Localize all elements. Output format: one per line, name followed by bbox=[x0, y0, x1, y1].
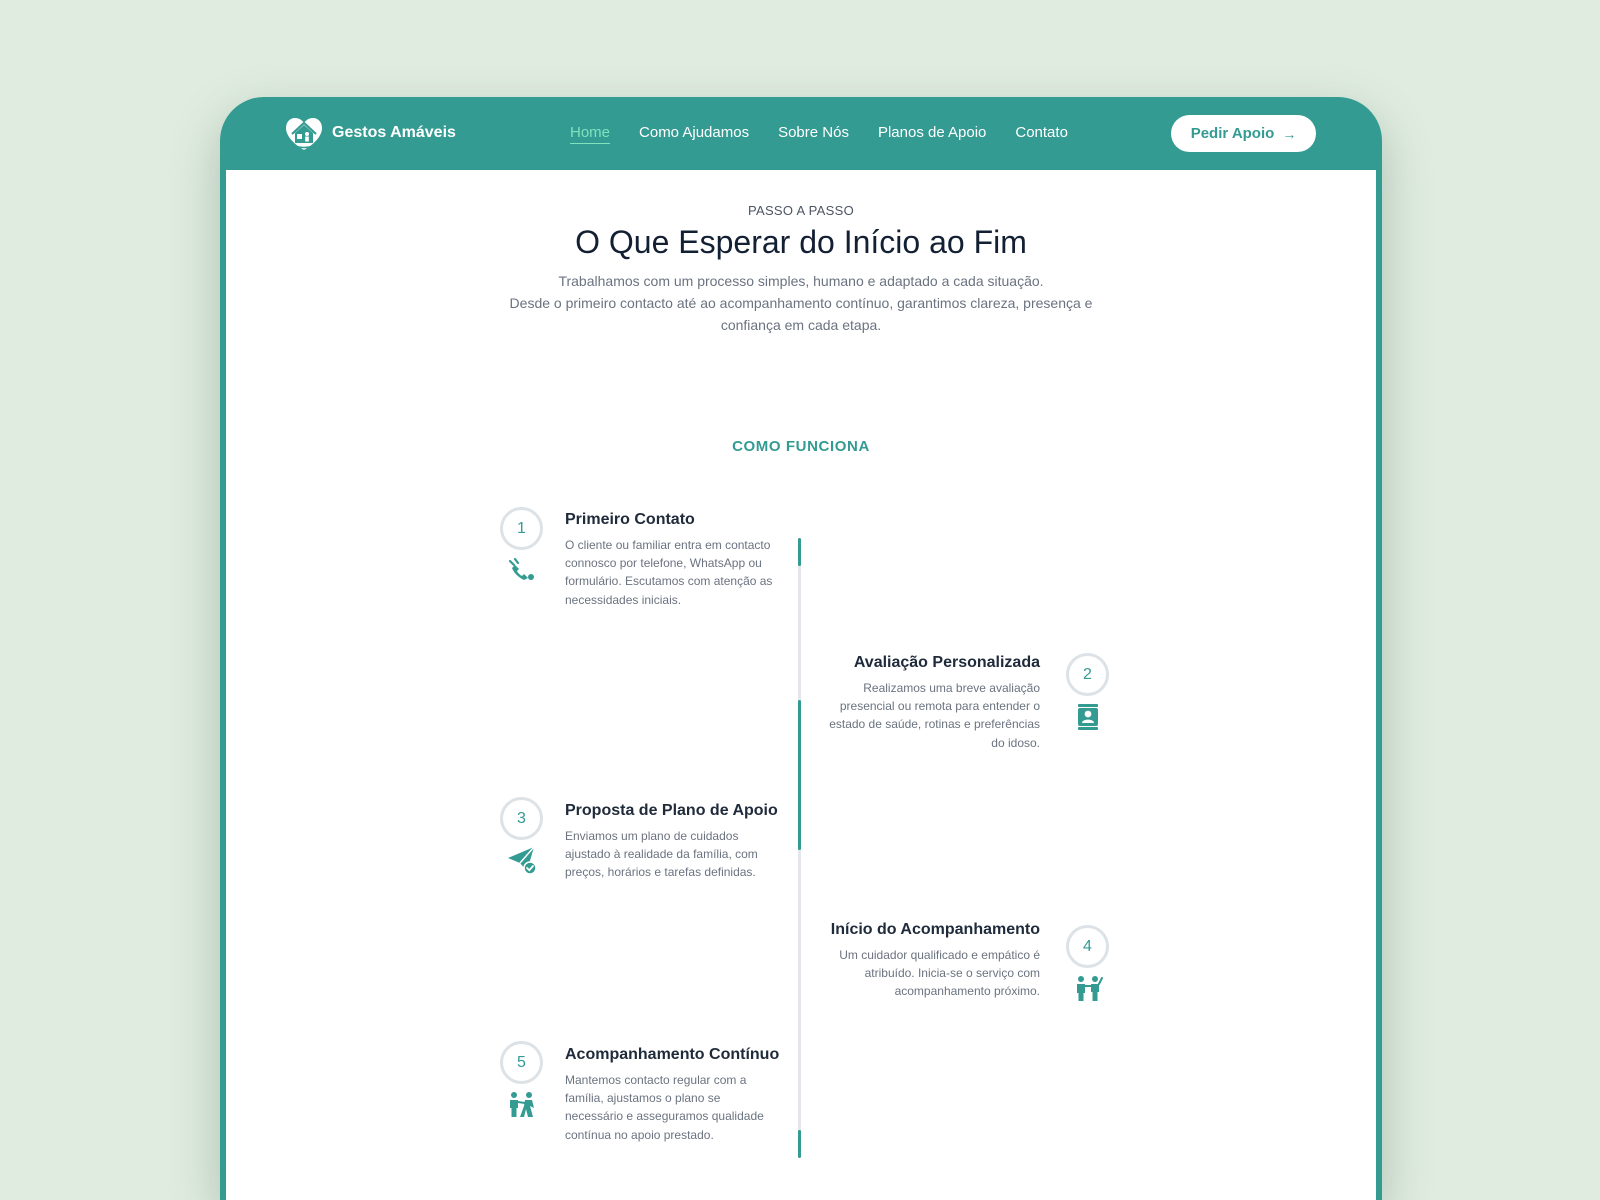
step-title: Início do Acompanhamento bbox=[830, 921, 1040, 938]
timeline-progress-segment bbox=[798, 700, 801, 850]
process-label: COMO FUNCIONA bbox=[732, 438, 870, 455]
arrow-right-icon: → bbox=[1282, 125, 1297, 142]
contact-card-icon bbox=[1072, 700, 1104, 732]
step-description: O cliente ou familiar entra em contacto … bbox=[565, 538, 773, 607]
step-number-badge: 5 bbox=[500, 1041, 543, 1084]
main-content: PASSO A PASSO O Que Esperar do Início ao… bbox=[226, 170, 1376, 1200]
brand-logo[interactable]: Gestos Amáveis bbox=[284, 113, 456, 153]
step-description: Mantemos contacto regular com a família,… bbox=[565, 1073, 764, 1142]
step-description: Um cuidador qualificado e empático é atr… bbox=[839, 948, 1040, 999]
house-heart-icon bbox=[284, 113, 324, 153]
timeline-progress-segment bbox=[798, 1130, 801, 1158]
section-eyebrow: PASSO A PASSO bbox=[747, 203, 855, 218]
step-title: Avaliação Personalizada bbox=[853, 654, 1040, 671]
main-nav: Home Como Ajudamos Sobre Nós Planos de A… bbox=[570, 124, 1068, 144]
step-number-badge: 1 bbox=[500, 507, 543, 550]
top-navbar: Gestos Amáveis Home Como Ajudamos Sobre … bbox=[220, 97, 1382, 170]
step-description: Enviamos um plano de cuidados ajustado à… bbox=[565, 829, 758, 880]
step-number-badge: 4 bbox=[1066, 925, 1109, 968]
phone-call-icon bbox=[506, 554, 538, 586]
paper-plane-check-icon bbox=[506, 844, 538, 876]
nav-home[interactable]: Home bbox=[570, 124, 611, 144]
step-title: Primeiro Contato bbox=[565, 511, 695, 528]
nav-sobre-nos[interactable]: Sobre Nós bbox=[778, 124, 849, 144]
step-number-badge: 2 bbox=[1066, 653, 1109, 696]
page-title: O Que Esperar do Início ao Fim bbox=[575, 224, 1027, 260]
nav-como-ajudamos[interactable]: Como Ajudamos bbox=[639, 124, 749, 144]
pedir-apoio-button[interactable]: Pedir Apoio → bbox=[1171, 115, 1316, 152]
nav-planos-de-apoio[interactable]: Planos de Apoio bbox=[878, 124, 986, 144]
browser-frame: Gestos Amáveis Home Como Ajudamos Sobre … bbox=[220, 97, 1382, 1200]
step-description: Realizamos uma breve avaliação presencia… bbox=[829, 681, 1040, 750]
intro-line-1: Trabalhamos com um processo simples, hum… bbox=[558, 273, 1044, 289]
intro-line-2: Desde o primeiro contacto até ao acompan… bbox=[509, 295, 1093, 333]
intro-text: Trabalhamos com um processo simples, hum… bbox=[491, 270, 1111, 336]
step-title: Proposta de Plano de Apoio bbox=[565, 802, 778, 819]
step-title: Acompanhamento Contínuo bbox=[565, 1046, 780, 1063]
cta-label: Pedir Apoio bbox=[1190, 125, 1275, 142]
step-number-badge: 3 bbox=[500, 797, 543, 840]
nav-contato[interactable]: Contato bbox=[1015, 124, 1068, 144]
timeline-progress-segment bbox=[798, 538, 801, 566]
walking-support-icon bbox=[506, 1088, 538, 1120]
caregiver-people-icon bbox=[1072, 972, 1104, 1004]
brand-name: Gestos Amáveis bbox=[332, 124, 456, 141]
